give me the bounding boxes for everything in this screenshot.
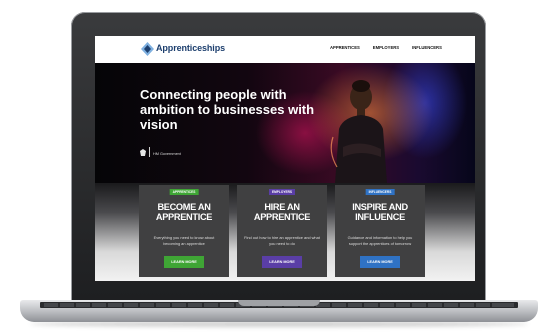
card-description: Guidance and information to help you sup…	[347, 235, 413, 246]
hm-government-label: HM Government	[153, 152, 181, 156]
nav-apprentices[interactable]: APPRENTICES	[330, 45, 360, 50]
hero-person-image	[330, 80, 387, 183]
card-apprentices: APPRENTICES BECOME AN APPRENTICE Everyth…	[139, 185, 229, 277]
learn-more-button[interactable]: LEARN MORE	[164, 256, 204, 268]
card-tag: INFLUENCERS	[365, 189, 395, 195]
card-description: Everything you need to know about becomi…	[153, 235, 215, 246]
gov-divider	[149, 147, 150, 157]
card-title: INSPIRE AND INFLUENCE	[352, 202, 408, 222]
logo-text: Apprenticeships	[156, 43, 226, 53]
laptop-screen: Apprenticeships APPRENTICES EMPLOYERS IN…	[95, 36, 475, 281]
card-employers: EMPLOYERS HIRE AN APPRENTICE Find out ho…	[237, 185, 327, 277]
logo-mark-icon	[141, 42, 154, 56]
card-title: HIRE AN APPRENTICE	[253, 202, 311, 222]
card-influencers: INFLUENCERS INSPIRE AND INFLUENCE Guidan…	[335, 185, 425, 277]
learn-more-button[interactable]: LEARN MORE	[360, 256, 400, 268]
main-nav: APPRENTICES EMPLOYERS INFLUENCERS	[330, 45, 442, 50]
hero-banner: Connecting people with ambition to busin…	[95, 63, 475, 183]
site-header: Apprenticeships APPRENTICES EMPLOYERS IN…	[95, 36, 475, 63]
nav-employers[interactable]: EMPLOYERS	[373, 45, 399, 50]
card-tag: APPRENTICES	[169, 189, 199, 195]
hero-title: Connecting people with ambition to busin…	[140, 87, 315, 132]
learn-more-button[interactable]: LEARN MORE	[262, 256, 302, 268]
card-tag: EMPLOYERS	[268, 189, 296, 195]
card-title: BECOME AN APPRENTICE	[155, 202, 213, 222]
hm-government-logo: HM Government	[140, 147, 181, 157]
royal-crest-icon	[140, 148, 146, 156]
apprenticeships-logo[interactable]: Apprenticeships	[141, 40, 237, 59]
nav-influencers[interactable]: INFLUENCERS	[412, 45, 442, 50]
trackpad-notch	[238, 300, 320, 306]
card-description: Find out how to hire an apprentice and w…	[244, 235, 320, 246]
